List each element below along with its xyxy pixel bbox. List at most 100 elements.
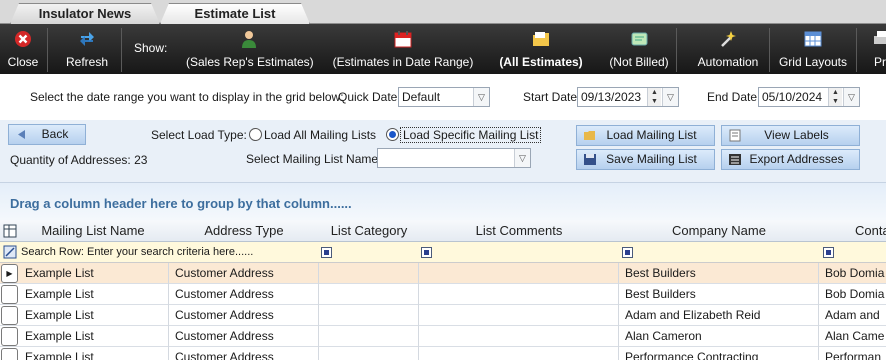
toolbar-divider <box>47 28 48 72</box>
refresh-label: Refresh <box>65 55 109 69</box>
cell-mailing-list-name[interactable]: Example List <box>19 263 169 284</box>
column-chooser-icon[interactable] <box>3 224 17 238</box>
cell-contact[interactable]: Bob Domia <box>819 263 886 284</box>
cell-list-category[interactable] <box>319 305 419 326</box>
grid-layouts-label: Grid Layouts <box>778 55 848 69</box>
all-estimates-button[interactable]: (All Estimates) <box>498 24 584 74</box>
cell-address-type[interactable]: Customer Address <box>169 284 319 305</box>
tab-estimate-list[interactable]: Estimate List <box>160 3 310 24</box>
printer-icon <box>874 31 886 44</box>
end-date-field[interactable]: 05/10/2024 ▲ ▼ ▽ <box>758 87 860 107</box>
calendar-icon <box>394 31 412 48</box>
all-estimates-label: (All Estimates) <box>499 55 583 69</box>
folder-icon <box>533 32 549 46</box>
chevron-down-icon[interactable]: ▽ <box>843 88 859 106</box>
search-row-icon <box>3 245 17 259</box>
cell-list-comments[interactable] <box>419 305 619 326</box>
tab-insulator-news[interactable]: Insulator News <box>10 3 160 24</box>
search-row-hint: Search Row: Enter your search criteria h… <box>21 246 254 258</box>
estimates-date-range-label: (Estimates in Date Range) <box>332 55 474 69</box>
cell-list-category[interactable] <box>319 326 419 347</box>
table-row[interactable]: ▶ Example List Customer Address Best Bui… <box>0 263 886 284</box>
cell-contact[interactable]: Bob Domia <box>819 284 886 305</box>
toolbar: Close Refresh Show: (Sales Rep's Estimat… <box>0 24 886 74</box>
start-date-field[interactable]: 09/13/2023 ▲ ▼ ▽ <box>577 87 679 107</box>
toolbar-divider <box>856 28 857 72</box>
search-row[interactable]: Search Row: Enter your search criteria h… <box>0 242 886 263</box>
spinner-icon[interactable]: ▲ ▼ <box>828 88 842 106</box>
view-labels-button[interactable]: View Labels <box>721 125 860 146</box>
table-row[interactable]: Example List Customer Address Alan Camer… <box>0 326 886 347</box>
close-button[interactable]: Close <box>0 24 46 74</box>
chevron-down-icon[interactable]: ▽ <box>514 149 530 167</box>
mailing-list-name-select[interactable]: ▽ <box>377 148 531 168</box>
row-indicator-icon <box>1 306 18 325</box>
column-header-mailing-list-name[interactable]: Mailing List Name <box>18 220 168 242</box>
refresh-button[interactable]: Refresh <box>60 24 114 74</box>
back-label: Back <box>41 127 69 141</box>
spinner-icon[interactable]: ▲ ▼ <box>647 88 661 106</box>
cell-company-name[interactable]: Alan Cameron <box>619 326 819 347</box>
cell-list-comments[interactable] <box>419 284 619 305</box>
estimates-date-range-button[interactable]: (Estimates in Date Range) <box>332 24 474 74</box>
cell-list-comments[interactable] <box>419 347 619 360</box>
cell-contact[interactable]: Alan Came <box>819 326 886 347</box>
quick-date-select[interactable]: Default ▽ <box>398 87 490 107</box>
cell-mailing-list-name[interactable]: Example List <box>19 305 169 326</box>
table-row[interactable]: Example List Customer Address Adam and E… <box>0 305 886 326</box>
cell-company-name[interactable]: Adam and Elizabeth Reid <box>619 305 819 326</box>
chevron-down-icon[interactable]: ▽ <box>662 88 678 106</box>
cell-address-type[interactable]: Customer Address <box>169 263 319 284</box>
save-mailing-list-label: Save Mailing List <box>606 152 697 166</box>
column-header-address-type[interactable]: Address Type <box>169 220 319 242</box>
close-icon <box>15 31 31 47</box>
radio-load-all[interactable] <box>249 128 262 141</box>
cell-contact[interactable]: Adam and <box>819 305 886 326</box>
column-header-contact[interactable]: Conta <box>819 220 886 242</box>
not-billed-button[interactable]: (Not Billed) <box>604 24 674 74</box>
filter-icon[interactable] <box>622 247 633 258</box>
group-by-panel[interactable]: Drag a column header here to group by th… <box>0 182 886 220</box>
not-billed-label: (Not Billed) <box>609 55 669 69</box>
sales-rep-estimates-button[interactable]: (Sales Rep's Estimates) <box>186 24 314 74</box>
export-addresses-button[interactable]: Export Addresses <box>721 149 860 170</box>
chevron-down-icon[interactable]: ▽ <box>473 88 489 106</box>
cell-list-category[interactable] <box>319 263 419 284</box>
cell-address-type[interactable]: Customer Address <box>169 347 319 360</box>
table-row[interactable]: Example List Customer Address Performanc… <box>0 347 886 360</box>
table-row[interactable]: Example List Customer Address Best Build… <box>0 284 886 305</box>
group-by-hint: Drag a column header here to group by th… <box>10 196 352 211</box>
cell-list-category[interactable] <box>319 347 419 360</box>
column-header-list-comments[interactable]: List Comments <box>419 220 619 242</box>
cell-mailing-list-name[interactable]: Example List <box>19 347 169 360</box>
filter-icon[interactable] <box>823 247 834 258</box>
load-mailing-list-button[interactable]: Load Mailing List <box>576 125 715 146</box>
column-header-list-category[interactable]: List Category <box>319 220 419 242</box>
cell-company-name[interactable]: Best Builders <box>619 284 819 305</box>
refresh-icon <box>80 32 94 46</box>
back-button[interactable]: Back <box>8 124 86 145</box>
cell-company-name[interactable]: Best Builders <box>619 263 819 284</box>
cell-mailing-list-name[interactable]: Example List <box>19 284 169 305</box>
cell-contact[interactable]: Performan <box>819 347 886 360</box>
cell-company-name[interactable]: Performance Contracting <box>619 347 819 360</box>
automation-button[interactable]: Automation <box>690 24 766 74</box>
save-mailing-list-button[interactable]: Save Mailing List <box>576 149 715 170</box>
column-header-company-name[interactable]: Company Name <box>619 220 819 242</box>
cell-list-comments[interactable] <box>419 326 619 347</box>
filter-icon[interactable] <box>321 247 332 258</box>
close-label: Close <box>7 55 39 69</box>
quantity-of-addresses: Quantity of Addresses: 23 <box>10 153 148 167</box>
cell-list-comments[interactable] <box>419 263 619 284</box>
cell-address-type[interactable]: Customer Address <box>169 326 319 347</box>
row-indicator-icon <box>1 327 18 346</box>
radio-load-specific[interactable] <box>386 128 399 141</box>
cell-address-type[interactable]: Customer Address <box>169 305 319 326</box>
print-button[interactable]: Pr <box>868 24 886 74</box>
cell-mailing-list-name[interactable]: Example List <box>19 326 169 347</box>
load-specific-label: Load Specific Mailing List <box>400 127 542 143</box>
grid-layouts-button[interactable]: Grid Layouts <box>776 24 850 74</box>
date-range-instructions: Select the date range you want to displa… <box>30 90 344 104</box>
cell-list-category[interactable] <box>319 284 419 305</box>
filter-icon[interactable] <box>421 247 432 258</box>
